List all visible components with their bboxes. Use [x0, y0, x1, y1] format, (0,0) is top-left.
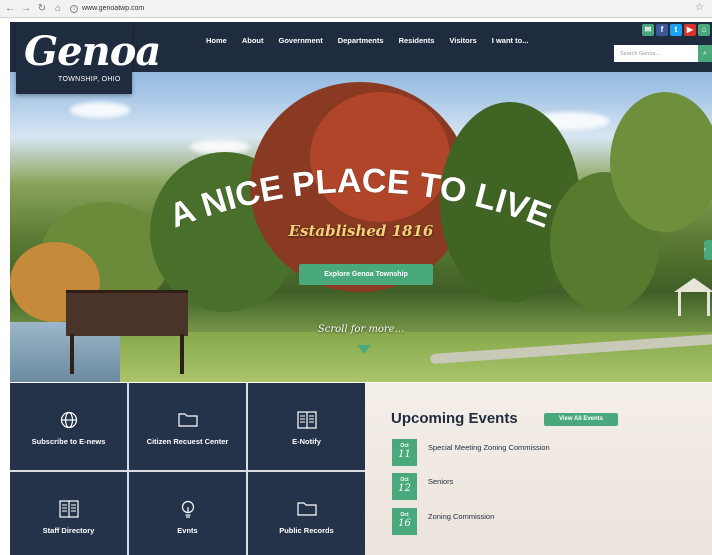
home-link-icon[interactable]: ⌂ — [698, 24, 710, 36]
tile-subscribe[interactable]: Subscribe to E-news — [10, 383, 127, 470]
tile-label: E-Notify — [292, 437, 321, 446]
tile-label: Staff Directory — [42, 526, 95, 535]
scroll-prompt: Scroll for more... — [317, 324, 405, 335]
twitter-icon[interactable]: t — [670, 24, 682, 36]
main-nav: Home About Government Departments Reside… — [206, 36, 543, 45]
forward-icon[interactable]: → — [20, 3, 32, 14]
nav-residents[interactable]: Residents — [399, 36, 435, 45]
event-date-badge: Oct 12 — [392, 473, 417, 500]
logo-subtitle: TOWNSHIP, OHIO — [58, 76, 121, 83]
nav-about[interactable]: About — [242, 36, 264, 45]
nav-departments[interactable]: Departments — [338, 36, 384, 45]
back-icon[interactable]: ← — [4, 3, 16, 14]
info-icon: i — [70, 4, 78, 13]
nav-visitors[interactable]: Visitors — [449, 36, 476, 45]
globe-icon — [10, 411, 127, 434]
tile-label: Subscribe to E-news — [31, 437, 106, 446]
social-links: ✉ f t ▶ ⌂ — [642, 24, 710, 36]
nav-government[interactable]: Government — [279, 36, 323, 45]
browser-toolbar: ← → ↻ ⌂ i www.genoatwp.com ☆ — [0, 0, 712, 18]
search-icon[interactable]: ⌕ — [698, 45, 712, 62]
book-icon — [248, 411, 365, 434]
lightbulb-icon — [129, 500, 246, 523]
tile-e-notify[interactable]: E-Notify — [248, 383, 365, 470]
tile-staff-directory[interactable]: Staff Directory — [10, 472, 127, 555]
events-title: Upcoming Events — [391, 410, 518, 427]
logo-wordmark: Genoa — [24, 28, 161, 75]
tile-events[interactable]: Evnts — [129, 472, 246, 555]
quick-links: Subscribe to E-news Citizen Recuest Cent… — [10, 383, 365, 555]
home-icon[interactable]: ⌂ — [52, 3, 64, 14]
url-text: www.genoatwp.com — [82, 5, 145, 12]
event-link[interactable]: Zoning Commission — [428, 512, 494, 521]
youtube-icon[interactable]: ▶ — [684, 24, 696, 36]
tile-label: Evnts — [177, 526, 198, 535]
event-day: 12 — [398, 483, 411, 494]
event-date-badge: Oct 16 — [392, 508, 417, 535]
tile-label: Citizen Recuest Center — [146, 437, 229, 446]
hero-title: A NICE PLACE TO LIVE — [164, 162, 556, 236]
side-tab-chevron-icon[interactable]: ‹ — [704, 240, 712, 260]
tile-label: Public Records — [279, 526, 334, 535]
folder-icon — [129, 411, 246, 432]
tile-public-records[interactable]: Public Records — [248, 472, 365, 555]
upcoming-events: Upcoming Events View All Events Oct 11 S… — [365, 383, 712, 555]
folder-icon — [248, 500, 365, 521]
bookmark-star-icon[interactable]: ☆ — [695, 2, 704, 13]
event-day: 16 — [398, 518, 411, 529]
address-bar[interactable]: i www.genoatwp.com — [70, 4, 145, 13]
event-link[interactable]: Seniors — [428, 477, 453, 486]
nav-home[interactable]: Home — [206, 36, 227, 45]
event-date-badge: Oct 11 — [392, 439, 417, 466]
search-input[interactable]: Search Genoa... — [614, 45, 698, 62]
hero-subtitle: Established 1816 — [288, 222, 434, 240]
facebook-icon[interactable]: f — [656, 24, 668, 36]
explore-button[interactable]: Explore Genoa Township — [299, 264, 433, 285]
reload-icon[interactable]: ↻ — [36, 3, 48, 14]
book-icon — [10, 500, 127, 523]
site-logo[interactable]: Genoa TOWNSHIP, OHIO — [16, 22, 161, 94]
chat-icon[interactable]: ✉ — [642, 24, 654, 36]
nav-i-want-to[interactable]: I want to... — [492, 36, 529, 45]
event-day: 11 — [398, 449, 411, 460]
event-link[interactable]: Special Meeting Zoning Commission — [428, 443, 550, 452]
tile-citizen-request[interactable]: Citizen Recuest Center — [129, 383, 246, 470]
page: A NICE PLACE TO LIVE Established 1816 Ex… — [10, 22, 712, 555]
view-all-events-button[interactable]: View All Events — [544, 413, 618, 426]
